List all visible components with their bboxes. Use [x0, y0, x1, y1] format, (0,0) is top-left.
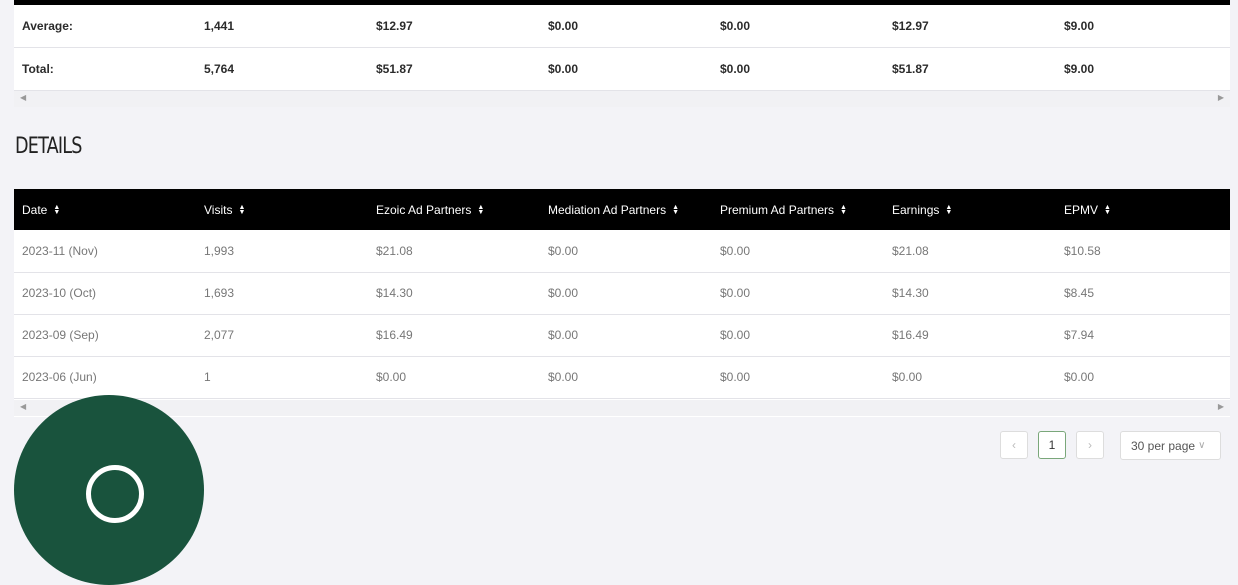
cell-earnings: $14.30: [892, 286, 929, 300]
cell-date: 2023-06 (Jun): [22, 370, 97, 384]
cell-premium: $0.00: [720, 370, 751, 384]
per-page-value: 30 per page: [1131, 438, 1196, 453]
column-header-label: Visits: [204, 202, 233, 217]
cell-mediation: $0.00: [548, 328, 579, 342]
sort-icon[interactable]: ▲ ▼: [672, 204, 679, 216]
previous-page-button[interactable]: ‹: [1000, 431, 1028, 459]
cell-mediation: $0.00: [548, 286, 579, 300]
summary-visits: 5,764: [204, 62, 235, 76]
scroll-right-icon[interactable]: ▶: [1218, 402, 1224, 411]
cell-epmv: $7.94: [1064, 328, 1095, 342]
cell-visits: 1: [204, 370, 211, 384]
column-header-label: Premium Ad Partners: [720, 202, 835, 217]
column-header-visits[interactable]: Visits ▲ ▼: [204, 189, 245, 230]
summary-horizontal-scrollbar[interactable]: ◀ ▶: [14, 91, 1230, 107]
column-header-ezoic-ad-partners[interactable]: Ezoic Ad Partners ▲ ▼: [376, 189, 484, 230]
cell-date: 2023-09 (Sep): [22, 328, 99, 342]
page-number-button[interactable]: 1: [1038, 431, 1066, 459]
cell-epmv: $8.45: [1064, 286, 1095, 300]
chevron-left-icon: ‹: [1012, 438, 1016, 452]
cell-ezoic: $14.30: [376, 286, 413, 300]
cell-visits: 1,993: [204, 244, 235, 258]
summary-visits: 1,441: [204, 19, 235, 33]
summary-table: Average: 1,441 $12.97 $0.00 $0.00 $12.97…: [14, 0, 1230, 107]
cell-date: 2023-10 (Oct): [22, 286, 97, 300]
details-horizontal-scrollbar[interactable]: ◀ ▶: [14, 400, 1230, 416]
details-header-row: Date ▲ ▼ Visits ▲ ▼ Ezoic Ad Partners ▲ ▼ M…: [14, 189, 1230, 230]
cell-earnings: $0.00: [892, 370, 923, 384]
sort-icon[interactable]: ▲ ▼: [945, 204, 952, 216]
cell-premium: $0.00: [720, 286, 751, 300]
summary-earnings: $12.97: [892, 19, 929, 33]
cell-premium: $0.00: [720, 244, 751, 258]
cell-visits: 1,693: [204, 286, 235, 300]
table-row: 2023-09 (Sep) 2,077 $16.49 $0.00 $0.00 $…: [14, 314, 1230, 357]
summary-ezoic: $51.87: [376, 62, 413, 76]
column-header-date[interactable]: Date ▲ ▼: [22, 189, 60, 230]
sort-icon[interactable]: ▲ ▼: [1104, 204, 1111, 216]
scroll-left-icon[interactable]: ◀: [20, 93, 26, 102]
cell-epmv: $0.00: [1064, 370, 1095, 384]
chevron-right-icon: ›: [1088, 438, 1092, 452]
cell-visits: 2,077: [204, 328, 235, 342]
floating-chat-badge[interactable]: [14, 395, 204, 585]
cell-earnings: $21.08: [892, 244, 929, 258]
column-header-premium-ad-partners[interactable]: Premium Ad Partners ▲ ▼: [720, 189, 847, 230]
sort-icon[interactable]: ▲ ▼: [238, 204, 245, 216]
summary-earnings: $51.87: [892, 62, 929, 76]
per-page-select[interactable]: 30 per page ∨: [1120, 431, 1221, 460]
summary-premium: $0.00: [720, 62, 751, 76]
table-row: 2023-10 (Oct) 1,693 $14.30 $0.00 $0.00 $…: [14, 272, 1230, 315]
column-header-label: Earnings: [892, 202, 940, 217]
cell-earnings: $16.49: [892, 328, 929, 342]
summary-mediation: $0.00: [548, 19, 579, 33]
next-page-button[interactable]: ›: [1076, 431, 1104, 459]
column-header-epmv[interactable]: EPMV ▲ ▼: [1064, 189, 1111, 230]
cell-ezoic: $16.49: [376, 328, 413, 342]
sort-icon[interactable]: ▲ ▼: [840, 204, 847, 216]
scroll-left-icon[interactable]: ◀: [20, 402, 26, 411]
summary-row-average: Average: 1,441 $12.97 $0.00 $0.00 $12.97…: [14, 5, 1230, 48]
cell-epmv: $10.58: [1064, 244, 1101, 258]
summary-mediation: $0.00: [548, 62, 579, 76]
cell-date: 2023-11 (Nov): [22, 244, 98, 258]
summary-epmv: $9.00: [1064, 62, 1095, 76]
summary-label: Total:: [22, 62, 54, 76]
column-header-label: Date: [22, 202, 48, 217]
table-row: 2023-06 (Jun) 1 $0.00 $0.00 $0.00 $0.00 …: [14, 356, 1230, 399]
cell-ezoic: $21.08: [376, 244, 413, 258]
sort-icon[interactable]: ▲ ▼: [477, 204, 484, 216]
details-heading: DETAILS: [15, 134, 82, 159]
column-header-earnings[interactable]: Earnings ▲ ▼: [892, 189, 952, 230]
cell-mediation: $0.00: [548, 244, 579, 258]
summary-premium: $0.00: [720, 19, 751, 33]
sort-icon[interactable]: ▲ ▼: [53, 204, 60, 216]
column-header-label: Mediation Ad Partners: [548, 202, 667, 217]
summary-ezoic: $12.97: [376, 19, 413, 33]
summary-label: Average:: [22, 19, 73, 33]
cell-mediation: $0.00: [548, 370, 579, 384]
cell-ezoic: $0.00: [376, 370, 407, 384]
column-header-mediation-ad-partners[interactable]: Mediation Ad Partners ▲ ▼: [548, 189, 679, 230]
scroll-right-icon[interactable]: ▶: [1218, 93, 1224, 102]
table-row: 2023-11 (Nov) 1,993 $21.08 $0.00 $0.00 $…: [14, 230, 1230, 273]
summary-epmv: $9.00: [1064, 19, 1095, 33]
chevron-down-icon: ∨: [1198, 440, 1206, 451]
column-header-label: EPMV: [1064, 202, 1099, 217]
cell-premium: $0.00: [720, 328, 751, 342]
column-header-label: Ezoic Ad Partners: [376, 202, 472, 217]
summary-row-total: Total: 5,764 $51.87 $0.00 $0.00 $51.87 $…: [14, 48, 1230, 91]
details-table: Date ▲ ▼ Visits ▲ ▼ Ezoic Ad Partners ▲ ▼ M…: [14, 189, 1230, 417]
